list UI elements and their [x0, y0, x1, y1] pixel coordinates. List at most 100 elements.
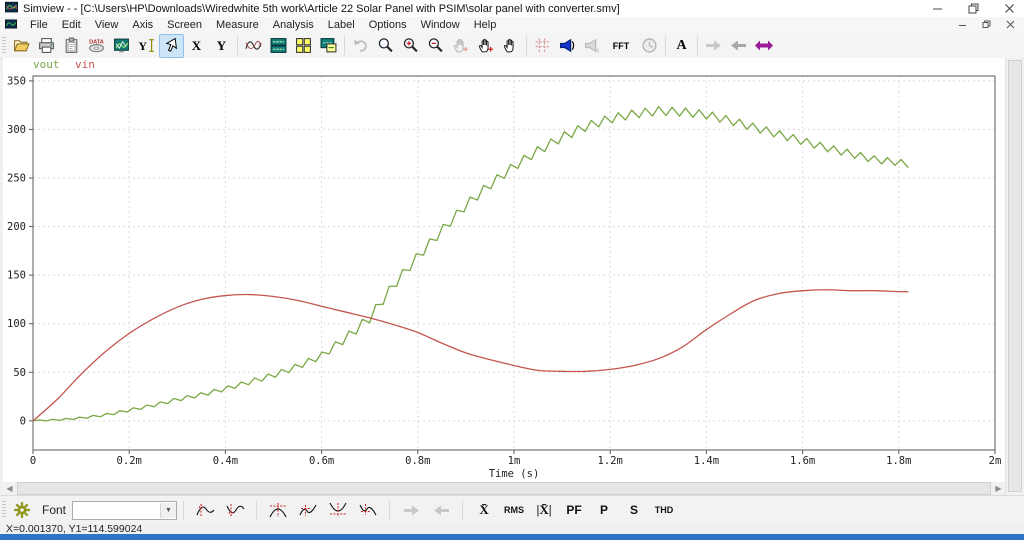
zoom-button[interactable] [373, 34, 398, 58]
add-text-button[interactable]: A [669, 34, 694, 58]
grid-layout-button[interactable] [291, 34, 316, 58]
global-min-button[interactable] [323, 498, 353, 522]
open-folder-icon [13, 40, 30, 52]
open-button[interactable] [9, 34, 34, 58]
y-cursor-button[interactable]: Y [134, 34, 159, 58]
waveform-chart[interactable]: 0 0.2m 0.4m 0.6m 0.8m 1m 1.2m 1.4m 1.6m 1.8m 2m 0 50… [3, 58, 1005, 482]
abs-mean-button[interactable]: |X̄| [529, 498, 559, 522]
time-display-disabled-button[interactable] [637, 34, 662, 58]
prev-point-button[interactable] [426, 498, 456, 522]
split-screens-button[interactable] [266, 34, 291, 58]
toolbar-separator [237, 36, 238, 55]
svg-text:1.4m: 1.4m [694, 455, 719, 467]
fft-button[interactable]: FFT [605, 34, 637, 58]
chevron-down-icon[interactable]: ▼ [160, 502, 177, 518]
add-waveform-button[interactable] [109, 34, 134, 58]
close-icon [1004, 3, 1014, 13]
printer-icon [39, 38, 54, 53]
scroll-right-arrow[interactable]: ▶ [992, 482, 1005, 495]
horizontal-scroll-thumb[interactable] [17, 482, 991, 495]
restore-button[interactable] [962, 1, 984, 15]
close-button[interactable] [998, 1, 1020, 15]
zoom-in-button[interactable] [398, 34, 423, 58]
svg-text:Y: Y [139, 40, 148, 53]
menu-file[interactable]: File [23, 18, 55, 32]
next-page-button[interactable] [701, 34, 726, 58]
save-data-button[interactable]: DATA [84, 34, 109, 58]
mdi-restore-button[interactable] [978, 19, 994, 30]
pointer-tool-button[interactable] [159, 33, 184, 58]
measure-cursors-button[interactable] [530, 34, 555, 58]
font-combobox[interactable]: ▼ [72, 500, 178, 520]
p-label: P [600, 503, 609, 517]
next-point-button[interactable] [396, 498, 426, 522]
vertical-scrollbar[interactable] [1005, 58, 1023, 495]
svg-text:2m: 2m [989, 455, 1002, 467]
prev-page-button[interactable] [726, 34, 751, 58]
power-factor-button[interactable]: PF [559, 498, 589, 522]
toolbar-separator [665, 36, 666, 55]
minimize-button[interactable] [926, 1, 948, 15]
x-axis-button[interactable]: X [184, 34, 209, 58]
full-range-button[interactable] [751, 34, 776, 58]
pan-button[interactable] [498, 34, 523, 58]
menu-edit[interactable]: Edit [55, 18, 88, 32]
next-valley-button[interactable] [220, 498, 250, 522]
menu-measure[interactable]: Measure [209, 18, 266, 32]
copy-clipboard-button[interactable] [59, 34, 84, 58]
hand-plus-icon [478, 38, 493, 53]
vertical-scroll-thumb[interactable] [1008, 60, 1022, 492]
toolbar-grip[interactable] [2, 501, 6, 519]
svg-text:300: 300 [7, 124, 26, 136]
settings-button[interactable] [9, 498, 34, 522]
screen-layout-button[interactable] [316, 34, 341, 58]
thd-label: THD [654, 505, 674, 515]
menu-help[interactable]: Help [467, 18, 504, 32]
rms-button[interactable]: RMS [499, 498, 529, 522]
scroll-left-arrow[interactable]: ◀ [3, 482, 16, 495]
menu-screen[interactable]: Screen [160, 18, 209, 32]
next-peak-button[interactable] [190, 498, 220, 522]
horn-gray-icon: 4 [585, 38, 600, 54]
mdi-close-button[interactable] [1002, 19, 1018, 30]
menu-label[interactable]: Label [321, 18, 362, 32]
menu-axis[interactable]: Axis [125, 18, 160, 32]
pan-zoom-button[interactable] [473, 34, 498, 58]
real-power-button[interactable]: P [589, 498, 619, 522]
peak-fall-icon [226, 504, 245, 517]
menu-analysis[interactable]: Analysis [266, 18, 321, 32]
hand-icon [503, 38, 514, 53]
local-min-button[interactable] [353, 498, 383, 522]
add-curve-icon [114, 38, 129, 53]
rms-label: RMS [504, 505, 525, 515]
pan-zoom-disabled-button[interactable] [448, 34, 473, 58]
measure-tool-button[interactable] [555, 34, 580, 58]
curves-button[interactable] [241, 34, 266, 58]
menu-window[interactable]: Window [414, 18, 467, 32]
y-axis-button[interactable]: Y [209, 34, 234, 58]
restore-icon [968, 3, 978, 13]
toolbar-grip[interactable] [2, 36, 6, 55]
document-icon[interactable] [5, 18, 17, 33]
local-max-button[interactable] [293, 498, 323, 522]
print-button[interactable] [34, 34, 59, 58]
menu-view[interactable]: View [88, 18, 126, 32]
mdi-minimize-button[interactable] [954, 19, 970, 30]
undo-button[interactable] [348, 34, 373, 58]
toolbar-separator [526, 36, 527, 55]
four-grid-icon [296, 38, 311, 53]
mean-button[interactable]: X̄ [469, 498, 499, 522]
apparent-power-button[interactable]: S [619, 498, 649, 522]
simview-doc-icon [5, 19, 17, 28]
arrow-left-gray-icon [433, 505, 449, 515]
toolbar-separator [697, 36, 698, 55]
two-screens-icon [270, 38, 287, 53]
measure-tool-disabled-button[interactable]: 4 [580, 34, 605, 58]
menu-options[interactable]: Options [362, 18, 414, 32]
thd-button[interactable]: THD [649, 498, 679, 522]
svg-text:0: 0 [30, 455, 36, 467]
global-max-button[interactable] [263, 498, 293, 522]
svg-text:1m: 1m [508, 455, 521, 467]
zoom-out-button[interactable] [423, 34, 448, 58]
horizontal-scrollbar[interactable]: ◀ ▶ [3, 482, 1005, 495]
